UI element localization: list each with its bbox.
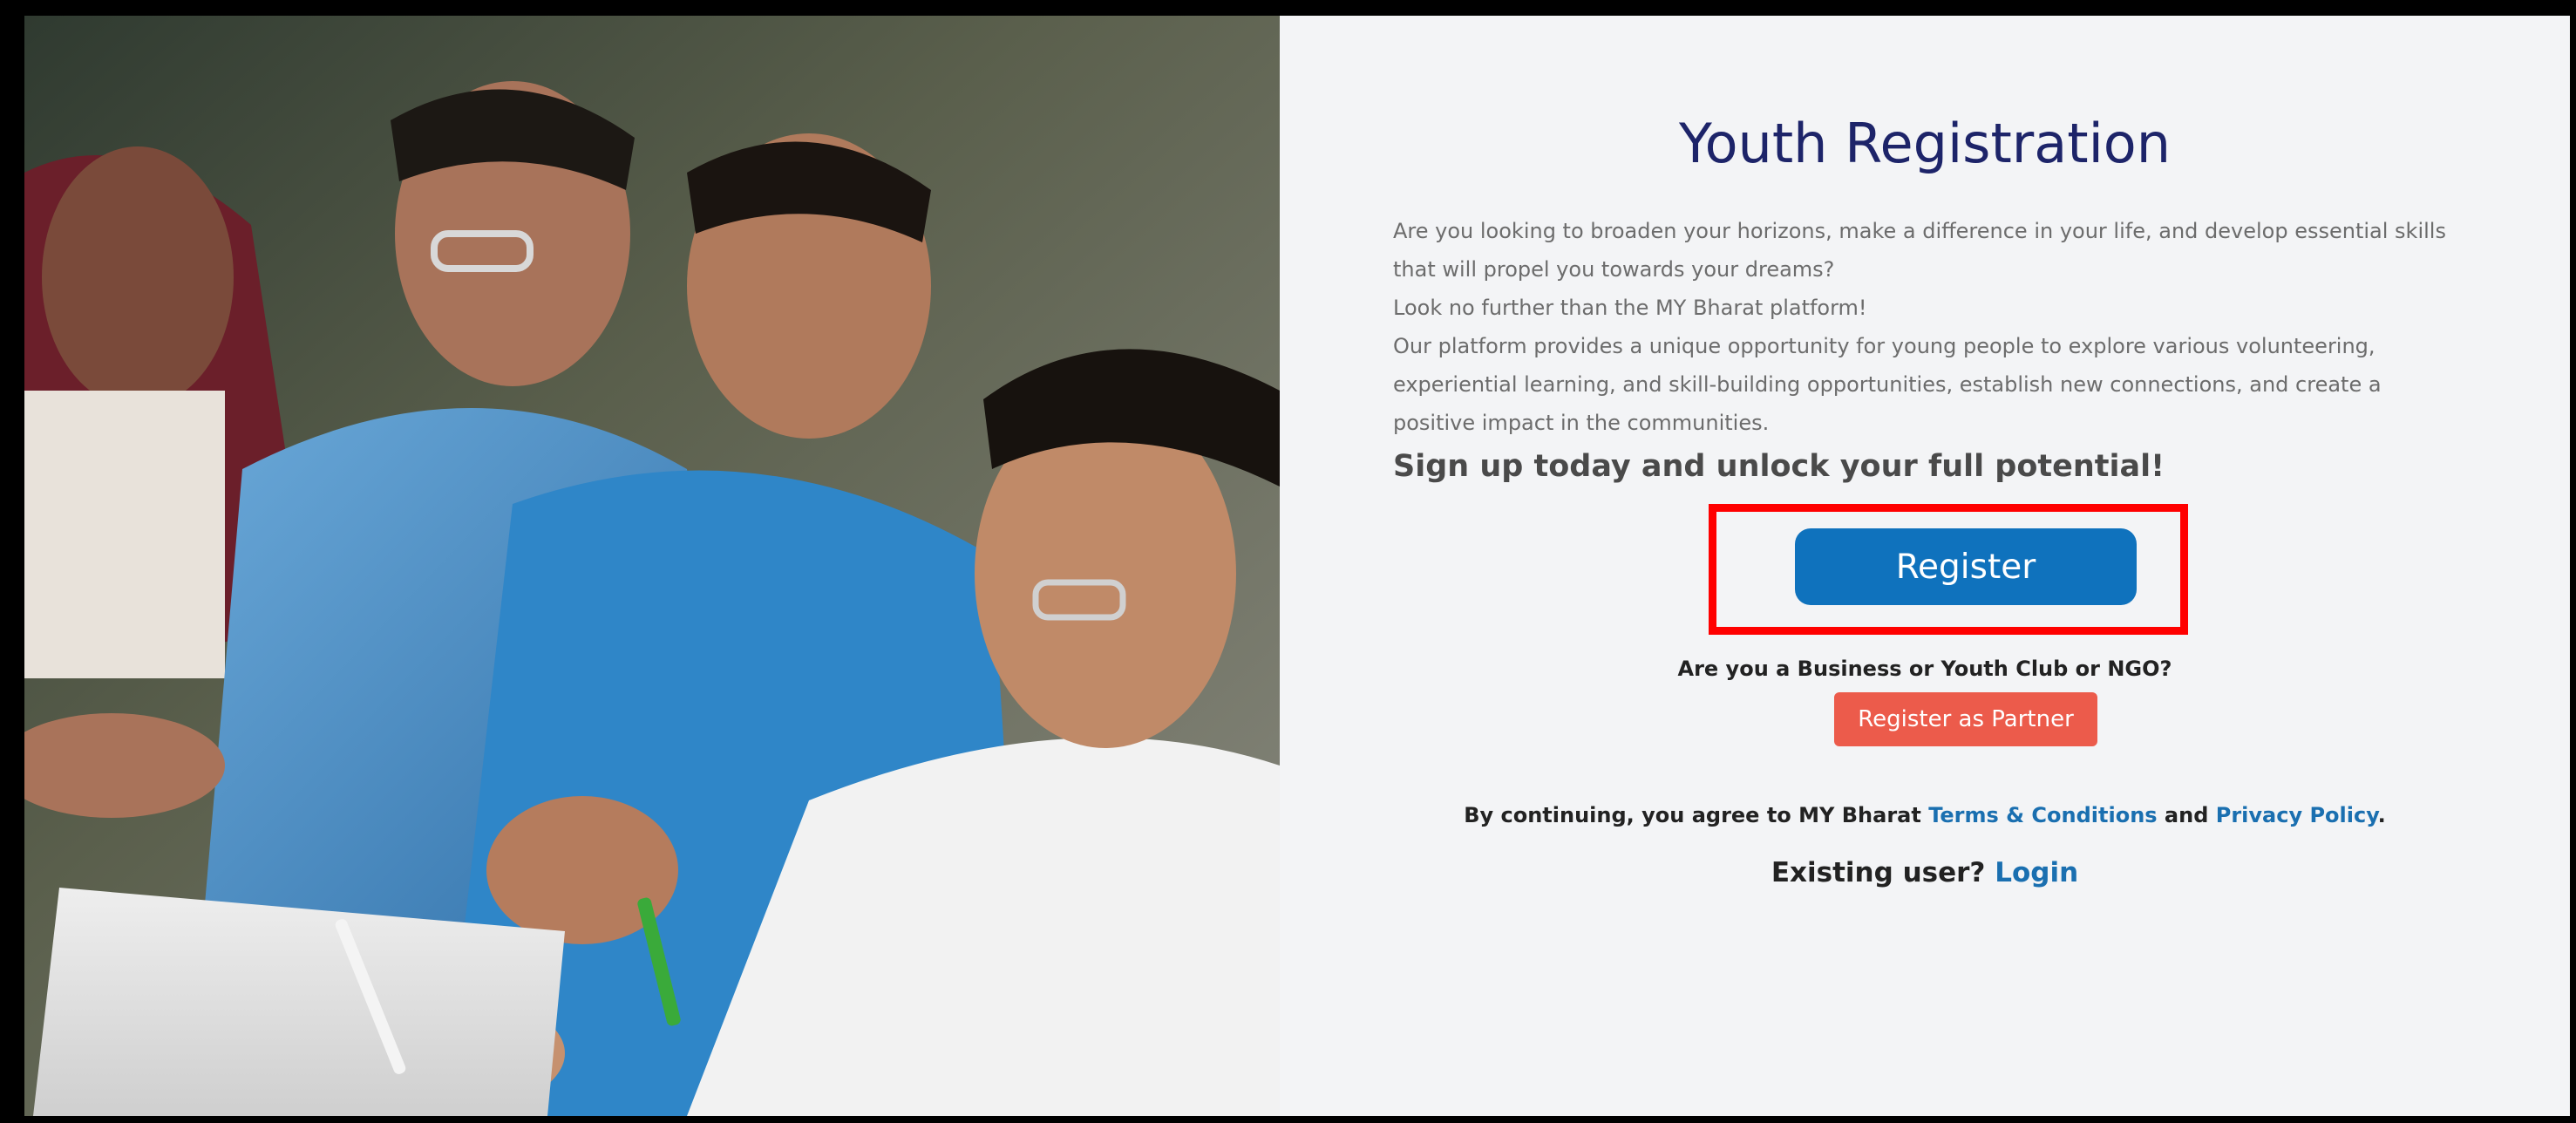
login-link[interactable]: Login — [1995, 857, 2078, 888]
privacy-policy-link[interactable]: Privacy Policy — [2216, 803, 2378, 827]
terms-middle: and — [2157, 803, 2216, 827]
terms-notice: By continuing, you agree to MY Bharat Te… — [1280, 803, 2570, 827]
intro-paragraph: Look no further than the MY Bharat platf… — [1393, 296, 1867, 320]
terms-prefix: By continuing, you agree to MY Bharat — [1464, 803, 1929, 827]
terms-conditions-link[interactable]: Terms & Conditions — [1928, 803, 2157, 827]
registration-panel: Youth Registration Are you looking to br… — [1280, 16, 2570, 1116]
page-title: Youth Registration — [1678, 112, 2172, 175]
partner-question: Are you a Business or Youth Club or NGO? — [1677, 657, 2172, 681]
hero-image — [24, 16, 1280, 1116]
register-button[interactable]: Register — [1795, 528, 2137, 605]
intro-paragraph: Our platform provides a unique opportuni… — [1393, 334, 2382, 435]
intro-text: Are you looking to broaden your horizons… — [1393, 212, 2465, 442]
terms-suffix: . — [2377, 803, 2386, 827]
cta-heading: Sign up today and unlock your full poten… — [1393, 449, 2165, 484]
login-prefix: Existing user? — [1771, 857, 1995, 888]
page-frame: Youth Registration Are you looking to br… — [24, 16, 2570, 1116]
register-as-partner-button[interactable]: Register as Partner — [1834, 692, 2097, 746]
intro-paragraph: Are you looking to broaden your horizons… — [1393, 219, 2446, 282]
existing-user-login: Existing user? Login — [1280, 857, 2570, 888]
students-studying-photo — [24, 16, 1280, 1116]
